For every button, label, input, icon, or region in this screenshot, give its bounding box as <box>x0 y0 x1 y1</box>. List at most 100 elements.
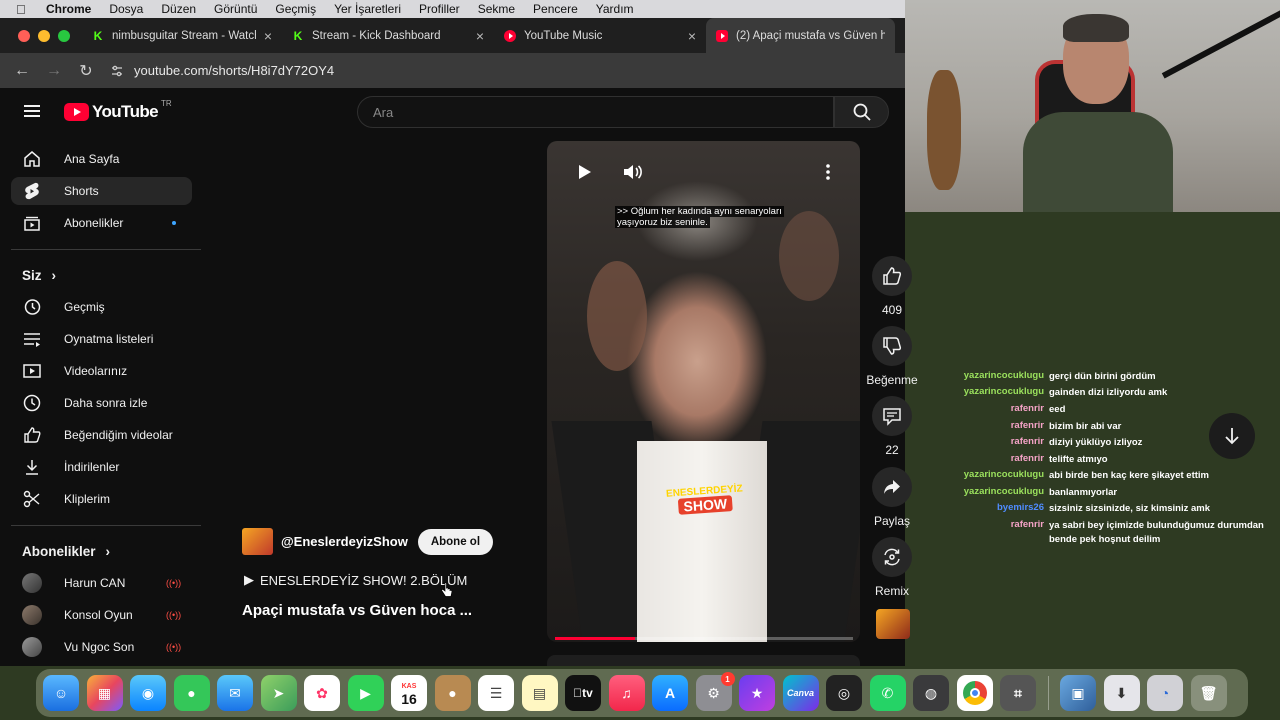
tab-kick-dashboard[interactable]: K Stream - Kick Dashboard × <box>282 18 494 53</box>
share-button[interactable]: Paylaş <box>862 467 922 528</box>
menu-profiles[interactable]: Profiller <box>410 2 469 16</box>
tab-nimbusguitar[interactable]: K nimbusguitar Stream - Watch × <box>82 18 282 53</box>
section-subscriptions[interactable]: Abonelikler › <box>22 544 110 559</box>
subscribe-button[interactable]: Abone ol <box>417 528 494 555</box>
forward-icon[interactable]: → <box>46 62 62 80</box>
sidebar-item-subscriptions[interactable]: Abonelikler <box>11 209 192 237</box>
liked-icon <box>22 425 42 445</box>
menu-window[interactable]: Pencere <box>524 2 587 16</box>
play-button[interactable] <box>569 157 599 187</box>
channel-name: Vu Ngoc Son <box>64 640 135 654</box>
menu-app-name[interactable]: Chrome <box>38 2 100 16</box>
minimize-window-button[interactable] <box>38 29 50 42</box>
next-short-preview[interactable] <box>547 655 860 666</box>
sidebar-channel-harun-can[interactable]: Harun CAN ((•)) <box>11 569 192 597</box>
canva-icon[interactable]: Canva <box>782 675 819 711</box>
safari-icon[interactable]: ◉ <box>130 675 166 711</box>
sidebar-item-downloads[interactable]: İndirilenler <box>11 453 192 481</box>
maps-icon[interactable]: ➤ <box>260 675 297 711</box>
sidebar-item-home[interactable]: Ana Sayfa <box>11 145 192 173</box>
close-tab-icon[interactable]: × <box>688 28 696 44</box>
image-folder-icon[interactable]: ▣ <box>1060 675 1096 711</box>
trash-icon[interactable]: 🗑 <box>1190 675 1227 711</box>
like-count: 409 <box>881 303 903 317</box>
dislike-button[interactable]: Beğenme <box>862 326 922 387</box>
shorts-video-player[interactable]: >> Oğlum her kadında aynı senaryoları ya… <box>547 141 860 642</box>
address-bar[interactable]: youtube.com/shorts/H8i7dY72OY4 <box>110 57 890 85</box>
photos-icon[interactable]: ✿ <box>304 675 340 711</box>
screen-capture-icon[interactable]: ◔ <box>1147 675 1183 711</box>
menu-tab[interactable]: Sekme <box>469 2 524 16</box>
sidebar-item-your-videos[interactable]: Videolarınız <box>11 357 192 385</box>
arrow-down-icon <box>1225 428 1239 445</box>
sidebar-item-clips[interactable]: Kliplerim <box>11 485 192 513</box>
playlist-link[interactable]: ▶ ENESLERDEYİZ SHOW! 2.BÖLÜM <box>244 572 467 588</box>
menu-edit[interactable]: Düzen <box>152 2 205 16</box>
menu-hamburger-icon[interactable] <box>24 105 40 117</box>
camera-utility-icon[interactable]: ◍ <box>913 675 949 711</box>
close-tab-icon[interactable]: × <box>476 28 484 44</box>
chrome-icon[interactable] <box>956 675 993 711</box>
youtube-logo[interactable]: YouTube TR <box>64 99 172 122</box>
sidebar-item-liked[interactable]: Beğendiğim videolar <box>11 421 192 449</box>
search-button[interactable] <box>834 96 889 128</box>
close-tab-icon[interactable]: × <box>264 28 272 44</box>
whatsapp-icon[interactable]: ✆ <box>869 675 906 711</box>
tab-youtube-short[interactable]: (2) Apaçi mustafa vs Güven h <box>706 18 895 53</box>
menu-history[interactable]: Geçmiş <box>266 2 325 16</box>
shorts-icon <box>22 181 42 201</box>
tab-title: (2) Apaçi mustafa vs Güven h <box>736 29 885 42</box>
channel-handle[interactable]: @EneslerdeyizShow <box>281 534 408 549</box>
sidebar-item-watch-later[interactable]: Daha sonra izle <box>11 389 192 417</box>
sidebar-channel-vu-ngoc-son[interactable]: Vu Ngoc Son ((•)) <box>11 633 192 661</box>
menu-bookmarks[interactable]: Yer İşaretleri <box>325 2 410 16</box>
imovie-star-icon[interactable]: ★ <box>739 675 775 711</box>
menu-help[interactable]: Yardım <box>587 2 643 16</box>
sound-source-thumbnail[interactable] <box>876 609 910 639</box>
comments-button[interactable]: 22 <box>862 396 922 457</box>
music-icon[interactable]: ♫ <box>608 675 645 711</box>
channel-avatar[interactable] <box>242 528 273 555</box>
more-options-button[interactable] <box>813 157 843 187</box>
zoom-window-button[interactable] <box>58 29 70 42</box>
mail-icon[interactable]: ✉ <box>217 675 253 711</box>
sidebar: Ana Sayfa Shorts Abonelikler Siz › Geçmi… <box>0 143 213 666</box>
menu-view[interactable]: Görüntü <box>205 2 266 16</box>
chat-message: yazarincocuklugu banlanmıyorlar <box>960 486 1280 500</box>
notes-icon[interactable]: ▤ <box>521 675 558 711</box>
back-icon[interactable]: ← <box>14 62 30 80</box>
tab-youtube-music[interactable]: YouTube Music × <box>494 18 706 53</box>
sidebar-item-playlists[interactable]: Oynatma listeleri <box>11 325 192 353</box>
downloads-folder-icon[interactable]: ⬇ <box>1103 675 1140 711</box>
close-window-button[interactable] <box>18 29 30 42</box>
menu-file[interactable]: Dosya <box>100 2 152 16</box>
messages-icon[interactable]: ● <box>173 675 210 711</box>
system-settings-icon[interactable]: ⚙ 1 <box>695 672 735 711</box>
remix-button[interactable]: Remix <box>862 537 922 598</box>
sidebar-channel-konsol-oyun[interactable]: Konsol Oyun ((•)) <box>11 601 192 629</box>
volume-button[interactable] <box>618 157 648 187</box>
like-icon <box>872 256 912 296</box>
sidebar-item-shorts[interactable]: Shorts <box>11 177 192 205</box>
short-title[interactable]: Apaçi mustafa vs Güven hoca ... <box>242 602 472 619</box>
apple-tv-icon[interactable]: tv <box>565 675 601 711</box>
facetime-icon[interactable]: ▶ <box>347 675 384 711</box>
next-short-button[interactable] <box>1209 413 1255 459</box>
calculator-icon[interactable]: ⌗ <box>1000 675 1036 711</box>
chat-text: ya sabri bey içimizde bulunduğumuz durum… <box>1049 520 1264 545</box>
sidebar-item-history[interactable]: Geçmiş <box>11 293 192 321</box>
reminders-icon[interactable]: ☰ <box>478 675 514 711</box>
apple-icon[interactable]:  <box>16 2 38 17</box>
app-store-icon[interactable]: A <box>652 675 688 711</box>
calendar-icon[interactable]: KAS 16 <box>391 675 427 711</box>
section-you[interactable]: Siz › <box>22 268 56 283</box>
chat-username: yazarincocuklugu <box>963 486 1044 497</box>
like-button[interactable]: 409 <box>862 256 922 317</box>
finder-icon[interactable]: ☺ <box>43 675 79 711</box>
reload-icon[interactable]: ↻ <box>78 61 94 81</box>
contacts-icon[interactable]: ● <box>434 675 471 711</box>
launchpad-icon[interactable]: ▦ <box>86 675 123 711</box>
obs-icon[interactable]: ◎ <box>826 675 862 711</box>
site-settings-icon[interactable] <box>110 64 124 78</box>
search-input[interactable]: Ara <box>357 96 834 128</box>
